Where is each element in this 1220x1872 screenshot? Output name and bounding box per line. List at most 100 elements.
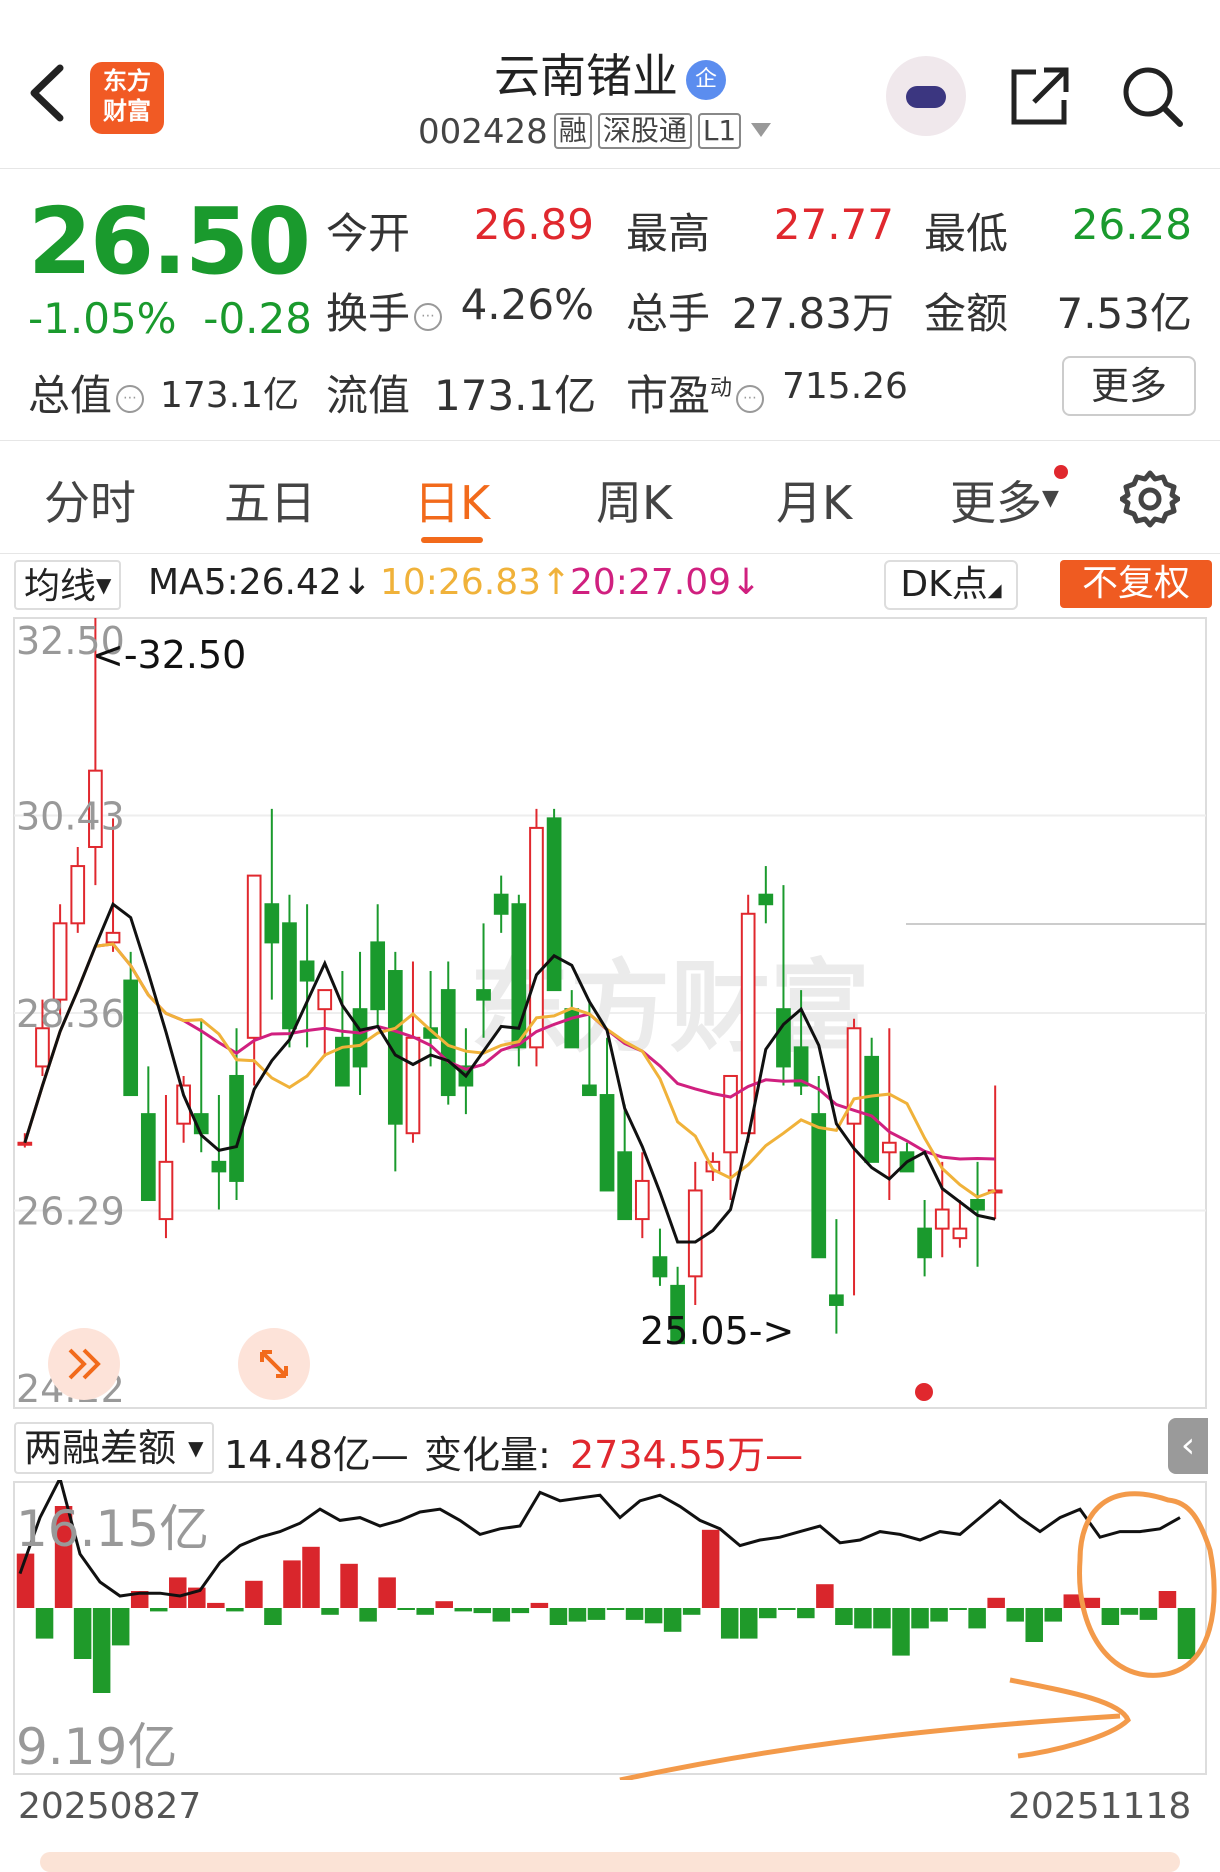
candle-body — [829, 1294, 844, 1306]
pe-label[interactable]: 市盈动 ⋯ — [626, 362, 765, 423]
change-pct: -1.05% — [28, 294, 177, 343]
tab-monthly-k[interactable]: 月K — [776, 467, 852, 533]
candle-body — [335, 1036, 350, 1087]
margin-change-bar — [73, 1608, 92, 1659]
expand-icon[interactable] — [238, 1328, 310, 1400]
caret-down-icon: ▼ — [96, 573, 112, 597]
stock-code-row[interactable]: 002428 融深股通 L1 — [418, 112, 772, 152]
margin-change-bar — [701, 1529, 720, 1608]
candle-body — [617, 1151, 633, 1221]
candle-body — [370, 941, 386, 1011]
event-dot[interactable] — [915, 1383, 933, 1401]
margin-change-bar — [549, 1608, 568, 1625]
tab-intraday[interactable]: 分时 — [44, 467, 136, 533]
no-adjust-button[interactable]: 不复权 — [1060, 560, 1212, 608]
gear-icon[interactable] — [1119, 469, 1181, 529]
margin-change-label: 变化量: — [424, 1433, 551, 1477]
dk-points-button[interactable]: DK点◢ — [884, 560, 1018, 610]
margin-change-bar — [1025, 1608, 1043, 1642]
candle-body — [476, 989, 491, 1001]
margin-change-bar — [835, 1608, 853, 1625]
ma5-value: MA5:26.42↓ — [148, 562, 372, 603]
candle-body — [158, 1160, 174, 1221]
eastmoney-logo[interactable]: 东方 财富 — [90, 62, 164, 134]
amount-label: 金额 — [924, 289, 1009, 338]
tab-daily-k[interactable]: 日K — [414, 467, 490, 533]
turnover-label[interactable]: 换手 ⋯ — [326, 280, 443, 341]
float-label: 流值 — [326, 371, 411, 420]
y-tick-label: 30.43 — [16, 795, 125, 839]
amount-value: 7.53亿 — [1056, 289, 1192, 338]
margin-change-bar — [378, 1577, 396, 1608]
shenzhen-connect-tag: 深股通 — [597, 113, 692, 149]
margin-change-bar — [930, 1608, 948, 1622]
margin-y-top: 16.15亿 — [16, 1500, 209, 1558]
low-label: 最低 — [924, 209, 1009, 258]
candle-body — [740, 912, 756, 1135]
back-icon[interactable] — [22, 58, 82, 128]
info-icon: ⋯ — [736, 385, 765, 413]
pe-value: 715.26 — [782, 366, 908, 407]
period-tabs: 分时 五日 日K 周K 月K 更多▼ — [0, 440, 1220, 554]
search-icon[interactable] — [1120, 64, 1184, 128]
date-start: 20250827 — [18, 1786, 202, 1827]
candle-body — [564, 1008, 580, 1049]
margin-change-bar — [778, 1608, 796, 1610]
logo-line1: 东方 — [103, 67, 151, 95]
caret-down-icon: ▼ — [1042, 486, 1059, 511]
bottom-action-bar[interactable] — [40, 1852, 1180, 1872]
margin-change-bar — [625, 1608, 644, 1620]
collapse-panel-button[interactable]: ‹ — [1168, 1418, 1208, 1474]
margin-change-bar — [416, 1608, 434, 1615]
ma-selector[interactable]: 均线▼ — [14, 560, 122, 610]
volume-value: 27.83万 — [731, 289, 894, 338]
margin-change-bar — [207, 1602, 225, 1608]
level-tag: L1 — [697, 113, 742, 149]
tab-more[interactable]: 更多▼ — [950, 467, 1059, 533]
mktcap-label[interactable]: 总值 ⋯ — [28, 362, 145, 423]
candle-body — [652, 1256, 668, 1278]
double-chevron-icon[interactable] — [48, 1328, 120, 1400]
tab-five-day[interactable]: 五日 — [224, 467, 316, 533]
margin-change-bar — [892, 1608, 910, 1656]
margin-change-bar — [435, 1601, 453, 1608]
share-icon[interactable] — [1008, 64, 1072, 128]
margin-change: 2734.55万— — [570, 1433, 804, 1477]
margin-change-bar — [264, 1608, 282, 1625]
margin-change-bar — [739, 1608, 758, 1639]
margin-change-bar — [1006, 1608, 1024, 1622]
margin-latest: 14.48亿— — [224, 1433, 409, 1477]
margin-change-bar — [1139, 1608, 1158, 1620]
margin-balance-chart[interactable]: 16.15亿 9.19亿 — [0, 1480, 1220, 1780]
margin-change-bar — [663, 1608, 682, 1632]
open-value: 26.89 — [473, 200, 594, 249]
mktcap-value: 173.1亿 — [160, 375, 300, 416]
margin-change-bar — [149, 1608, 168, 1612]
margin-y-bottom: 9.19亿 — [16, 1718, 177, 1776]
turnover-value: 4.26% — [460, 280, 594, 329]
candle-body — [723, 1074, 738, 1154]
enterprise-badge: 企 — [686, 60, 726, 100]
stock-title[interactable]: 云南锗业企 — [400, 40, 820, 106]
margin-change-bar — [1177, 1608, 1196, 1659]
candle-body — [952, 1227, 968, 1240]
margin-change-bar — [873, 1608, 891, 1629]
change-amount: -0.28 — [203, 294, 312, 343]
notification-dot — [1054, 465, 1068, 479]
tab-weekly-k[interactable]: 周K — [596, 467, 672, 533]
assistant-robot-icon[interactable] — [886, 56, 966, 136]
candle-body — [811, 1113, 827, 1259]
margin-selector[interactable]: 两融差额 ▼ — [14, 1422, 214, 1474]
pe-sup: 动 — [710, 376, 733, 401]
margin-change-bar — [1063, 1594, 1082, 1608]
candle-body — [211, 1160, 227, 1173]
candle-body — [864, 1055, 880, 1163]
margin-change-bar — [587, 1608, 606, 1620]
kline-chart[interactable]: 东方财富 32.5030.4328.3626.2924.22 <-32.50 2… — [0, 612, 1220, 1412]
candle-body — [582, 1084, 597, 1097]
candle-body — [352, 1008, 368, 1068]
more-button[interactable]: 更多 — [1062, 356, 1196, 416]
high-value: 27.77 — [773, 200, 894, 249]
candle-body — [776, 1008, 791, 1068]
margin-change-bar — [245, 1580, 263, 1608]
